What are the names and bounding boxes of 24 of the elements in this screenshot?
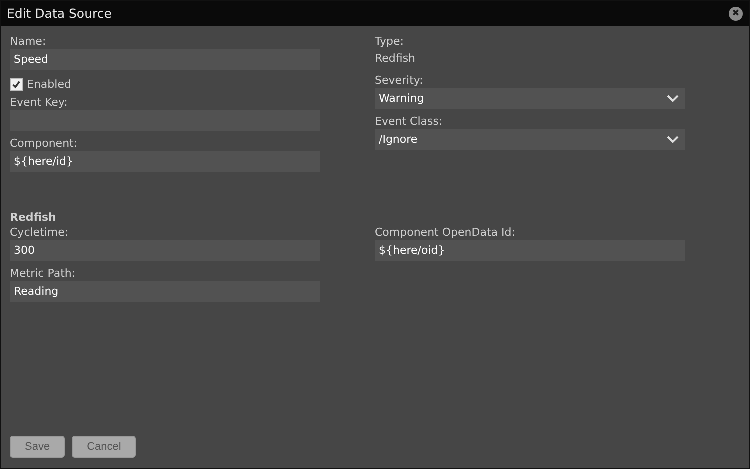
input-field[interactable]: Speed [10,49,320,70]
close-button[interactable]: ✖ [729,6,743,20]
field-label: Metric Path: [10,266,77,281]
type-value: Redfish [375,51,417,67]
window-title: Edit Data Source [7,6,112,21]
field-label: Type: [375,34,405,49]
input-field[interactable]: Reading [10,281,320,302]
chevron-down-icon [667,94,679,102]
chevron-down-icon [667,136,679,144]
input-field[interactable]: ${here/id} [10,151,320,172]
field-label: Component OpenData Id: [375,225,516,240]
input-field[interactable]: ${here/oid} [375,240,685,261]
field-label: Name: [10,34,48,49]
checkbox[interactable] [10,78,23,90]
dropdown[interactable]: Warning [375,88,685,109]
field-label: Event Class: [375,114,444,129]
field-label: Component: [10,136,79,151]
field-label: Event Key: [10,95,69,110]
input-field[interactable]: 300 [10,240,320,261]
field-label: Severity: [375,73,424,88]
section-title: Redfish [10,211,58,225]
field-label: Cycletime: [10,225,70,240]
checkbox-label: Enabled [27,78,72,90]
dropdown[interactable]: /Ignore [375,129,685,150]
